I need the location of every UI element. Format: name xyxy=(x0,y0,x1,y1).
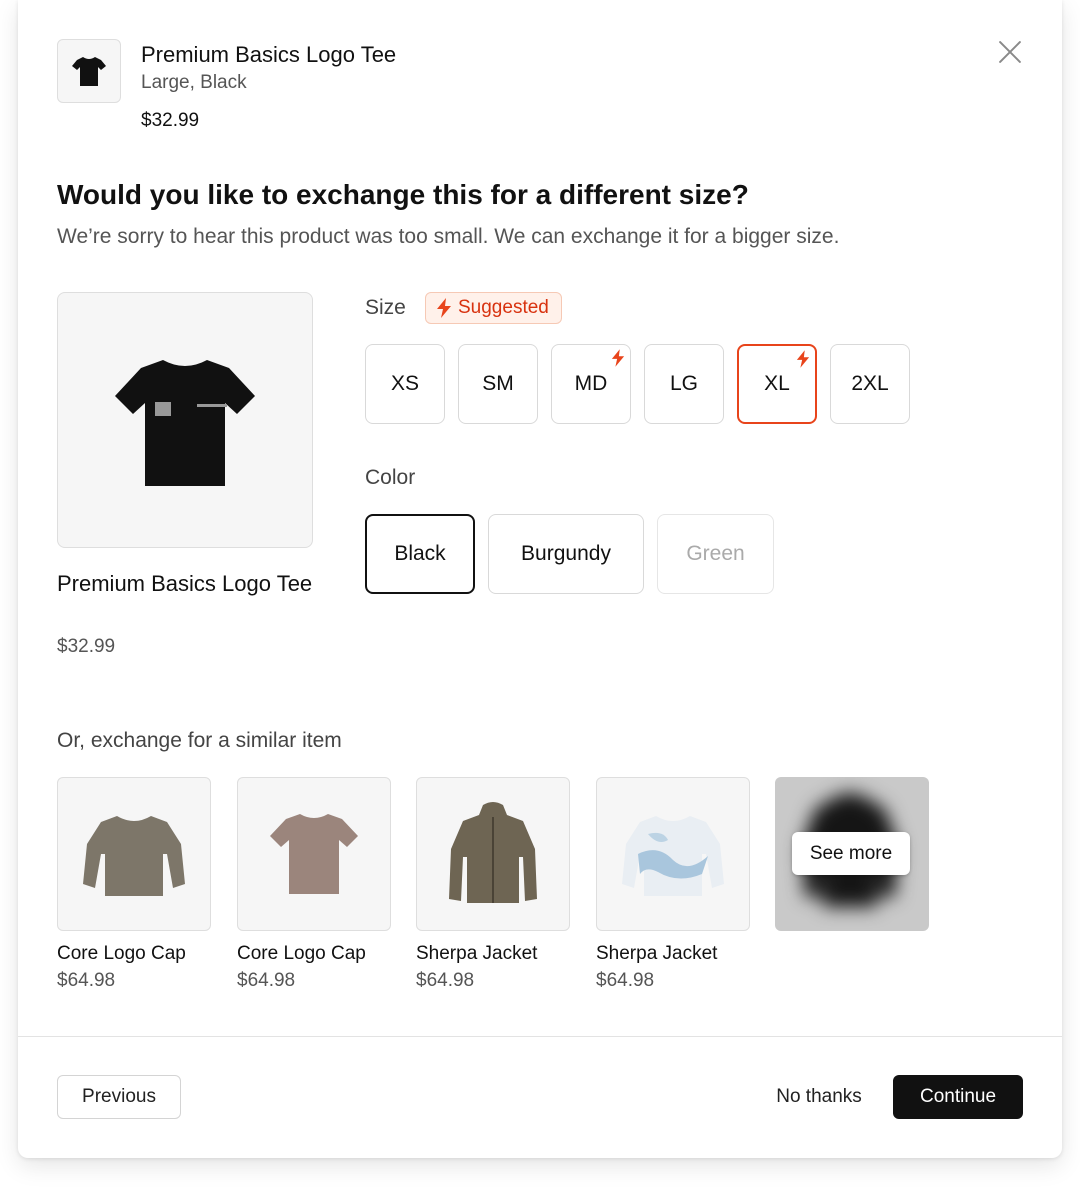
size-label: Size xyxy=(365,296,406,319)
tshirt-image xyxy=(237,777,391,931)
similar-item-price: $64.98 xyxy=(416,970,475,991)
order-item-name: Premium Basics Logo Tee xyxy=(141,42,397,67)
size-option-2xl[interactable]: 2XL xyxy=(830,344,910,424)
size-option-lg[interactable]: LG xyxy=(644,344,724,424)
lightning-icon xyxy=(796,350,810,368)
suggested-badge-label: Suggested xyxy=(458,297,549,318)
similar-item-price: $64.98 xyxy=(237,970,296,991)
color-option-label: Black xyxy=(394,542,446,565)
footer-divider xyxy=(18,1036,1062,1037)
size-option-label: 2XL xyxy=(851,372,889,395)
order-item-thumbnail xyxy=(57,39,121,103)
color-option-label: Green xyxy=(686,542,745,565)
size-option-label: XS xyxy=(390,372,419,395)
sweatshirt-image xyxy=(57,777,211,931)
order-item-variant: Large, Black xyxy=(141,72,247,93)
similar-item-price: $64.98 xyxy=(596,970,655,991)
see-more-card[interactable]: See more xyxy=(775,777,929,931)
similar-item-name: Sherpa Jacket xyxy=(596,943,718,964)
color-option-burgundy[interactable]: Burgundy xyxy=(488,514,644,594)
size-option-label: MD xyxy=(574,372,608,395)
product-image xyxy=(57,292,313,548)
similar-item[interactable]: Sherpa Jacket $64.98 xyxy=(416,777,570,992)
size-option-xl[interactable]: XL xyxy=(737,344,817,424)
question-title: Would you like to exchange this for a di… xyxy=(57,179,749,210)
tshirt-icon xyxy=(115,360,255,486)
previous-button[interactable]: Previous xyxy=(57,1075,181,1119)
similar-items-label: Or, exchange for a similar item xyxy=(57,729,342,752)
product-price: $32.99 xyxy=(57,636,116,657)
question-subtitle: We’re sorry to hear this product was too… xyxy=(57,225,840,248)
size-option-md[interactable]: MD xyxy=(551,344,631,424)
size-option-label: XL xyxy=(764,372,790,395)
continue-button[interactable]: Continue xyxy=(893,1075,1023,1119)
tshirt-icon xyxy=(72,57,106,86)
similar-item-name: Sherpa Jacket xyxy=(416,943,538,964)
similar-item[interactable]: Core Logo Cap $64.98 xyxy=(237,777,391,992)
product-name: Premium Basics Logo Tee xyxy=(57,571,313,596)
exchange-modal: Premium Basics Logo Tee Large, Black $32… xyxy=(18,0,1062,1158)
lightning-icon xyxy=(611,349,625,367)
no-thanks-button[interactable]: No thanks xyxy=(760,1075,878,1119)
suggested-badge: Suggested xyxy=(425,292,562,324)
color-option-black[interactable]: Black xyxy=(365,514,475,594)
similar-item-name: Core Logo Cap xyxy=(57,943,186,964)
color-label: Color xyxy=(365,466,416,489)
jacket-image xyxy=(416,777,570,931)
similar-item-name: Core Logo Cap xyxy=(237,943,366,964)
color-option-green[interactable]: Green xyxy=(657,514,774,594)
close-icon[interactable] xyxy=(994,36,1026,68)
similar-item-price: $64.98 xyxy=(57,970,116,991)
size-option-xs[interactable]: XS xyxy=(365,344,445,424)
size-option-label: SM xyxy=(482,372,514,395)
see-more-button[interactable]: See more xyxy=(792,832,910,875)
similar-item[interactable]: Core Logo Cap $64.98 xyxy=(57,777,211,992)
similar-item[interactable]: Sherpa Jacket $64.98 xyxy=(596,777,750,992)
color-option-label: Burgundy xyxy=(521,542,611,565)
lightning-icon xyxy=(437,298,451,318)
size-option-label: LG xyxy=(669,372,698,395)
size-option-sm[interactable]: SM xyxy=(458,344,538,424)
tie-dye-sweater-image xyxy=(596,777,750,931)
order-item-price: $32.99 xyxy=(141,110,200,131)
